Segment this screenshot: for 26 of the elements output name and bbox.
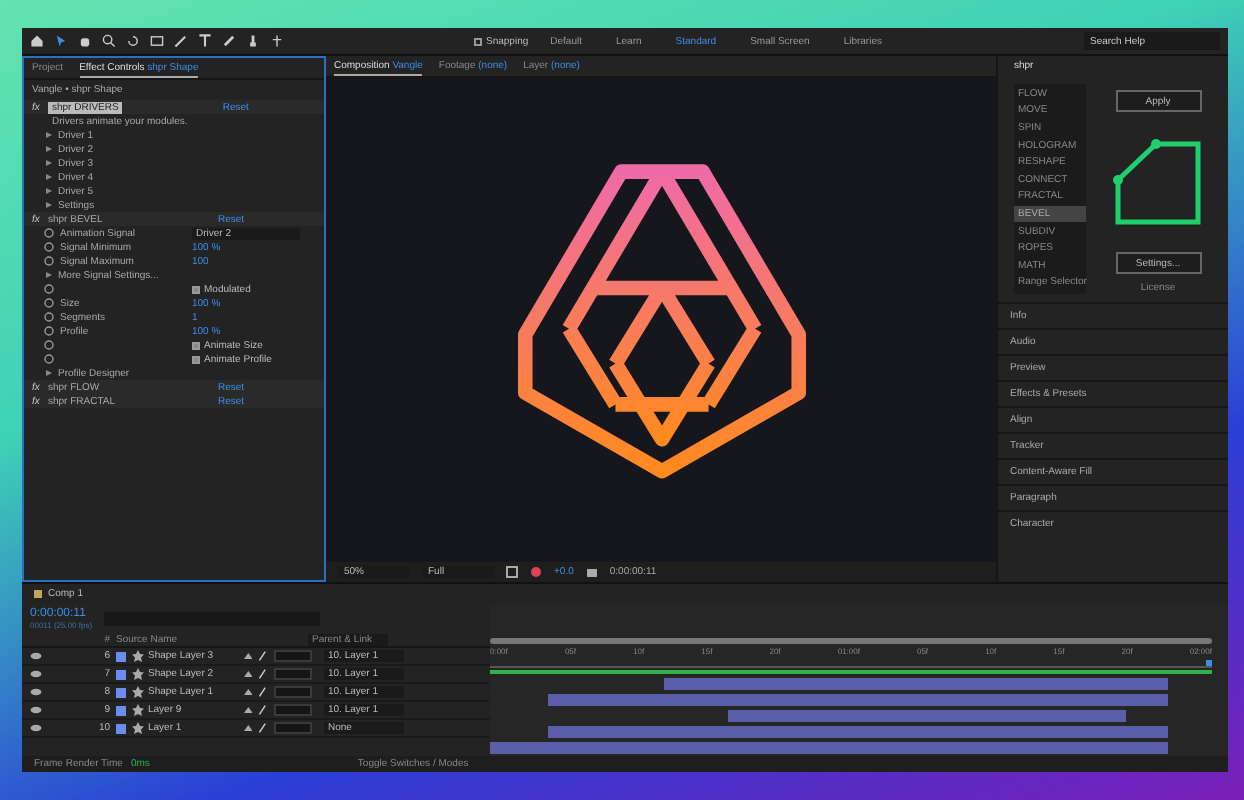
- rectangle-icon[interactable]: [150, 34, 164, 49]
- label-swatch[interactable]: [116, 705, 126, 715]
- star-icon: [132, 686, 144, 698]
- bevel-graph-drawing: [1112, 136, 1204, 229]
- rotate-icon[interactable]: [126, 34, 140, 49]
- pointer-icon[interactable]: [54, 34, 68, 49]
- twirl-icon[interactable]: [44, 270, 54, 281]
- search-icon[interactable]: [102, 34, 116, 49]
- star-icon: [132, 668, 144, 680]
- star-icon: [132, 650, 144, 662]
- brush-icon[interactable]: [222, 34, 236, 49]
- label-swatch[interactable]: [116, 669, 126, 679]
- grid-icon[interactable]: [506, 566, 518, 578]
- text-icon[interactable]: [198, 34, 212, 49]
- star-icon: [132, 704, 144, 716]
- home-icon[interactable]: [30, 34, 44, 49]
- label-swatch[interactable]: [116, 687, 126, 697]
- stamp-icon[interactable]: [246, 34, 260, 49]
- pen-icon[interactable]: [174, 34, 188, 49]
- pin-icon[interactable]: [270, 34, 284, 49]
- label-swatch[interactable]: [116, 723, 126, 733]
- twirl-icon[interactable]: [44, 368, 54, 379]
- camera-icon[interactable]: [585, 566, 598, 578]
- label-swatch: [34, 590, 42, 598]
- label-swatch[interactable]: [116, 651, 126, 661]
- star-icon: [132, 722, 144, 734]
